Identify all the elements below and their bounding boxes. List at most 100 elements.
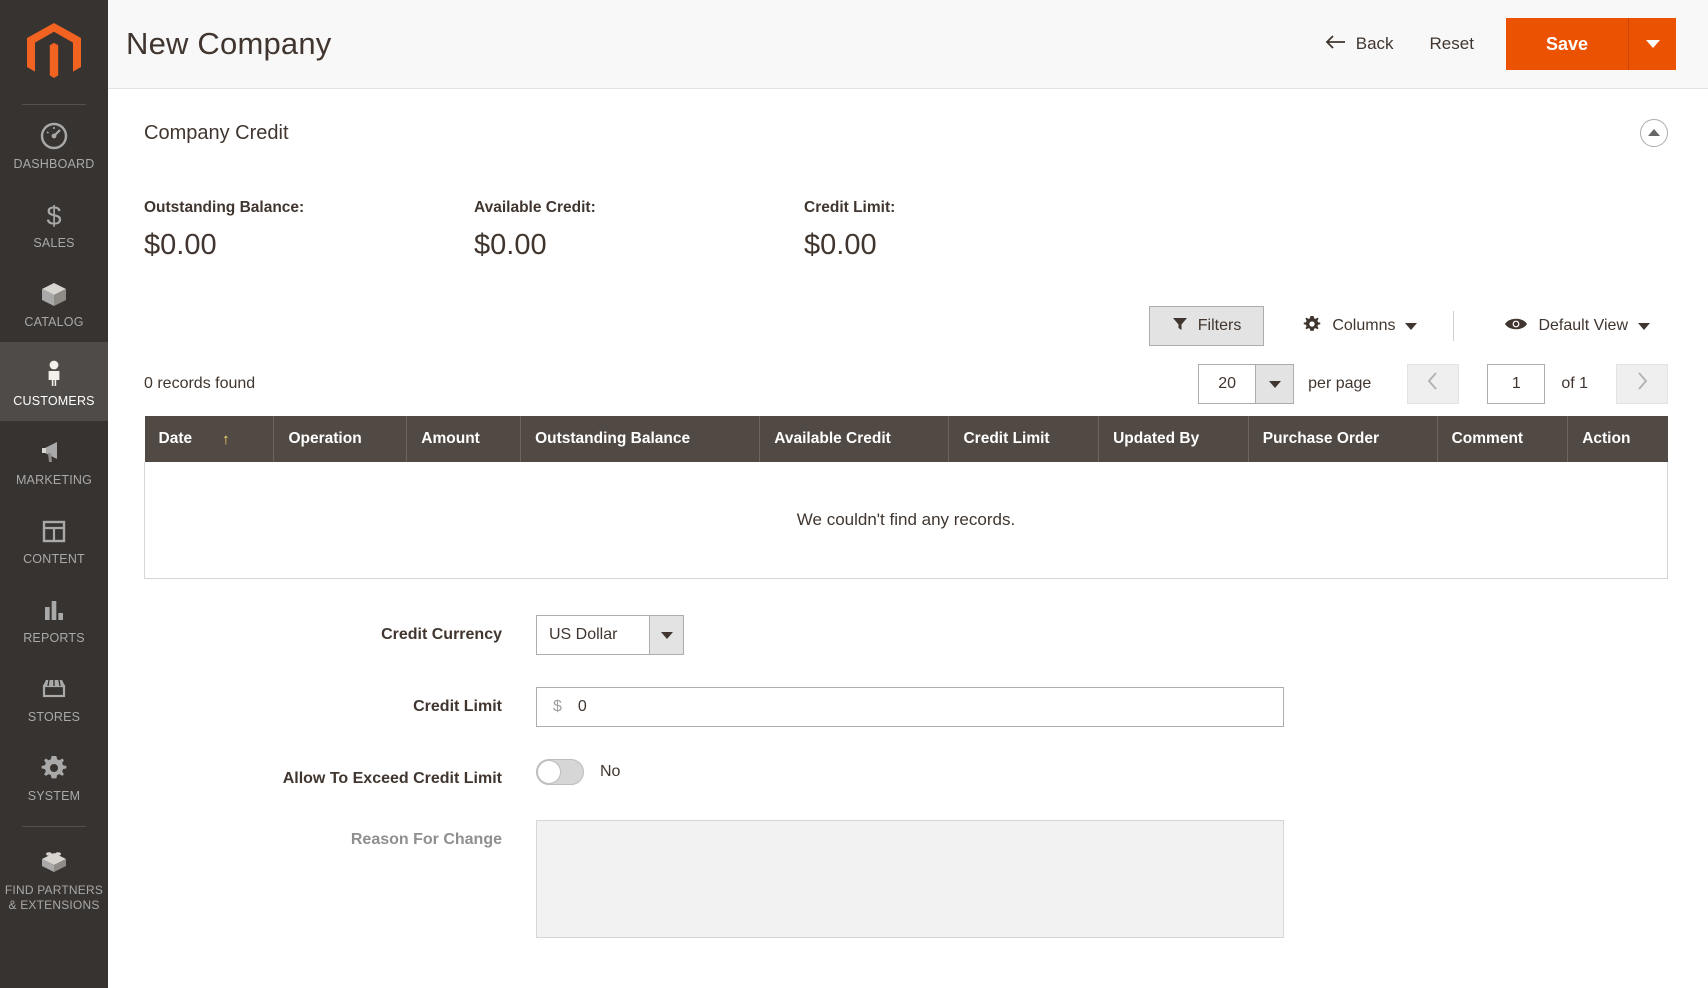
sidebar-item-customers[interactable]: CUSTOMERS [0, 342, 108, 421]
column-header-amount[interactable]: Amount [406, 416, 522, 462]
per-page-value: 20 [1199, 365, 1256, 403]
credit-limit-input[interactable]: $ 0 [536, 687, 1284, 727]
toolbar-separator [1453, 311, 1455, 341]
chevron-down-icon [1405, 322, 1418, 330]
credit-history-table: Date ↑ Operation Amount Outstanding Bala… [144, 416, 1668, 579]
allow-exceed-state-text: No [600, 763, 621, 780]
sidebar-item-label-line1: FIND PARTNERS [4, 883, 104, 897]
sidebar-item-catalog[interactable]: CATALOG [0, 263, 108, 342]
sidebar-item-reports[interactable]: REPORTS [0, 579, 108, 658]
column-header-date[interactable]: Date ↑ [144, 416, 275, 462]
section-collapse-button[interactable] [1640, 119, 1668, 147]
sidebar-item-find-partners[interactable]: FIND PARTNERS & EXTENSIONS [0, 831, 108, 925]
outstanding-balance-cell: Outstanding Balance: $0.00 [144, 199, 474, 262]
credit-limit-input-label: Credit Limit [413, 698, 502, 715]
per-page-select[interactable]: 20 [1198, 364, 1295, 404]
currency-symbol: $ [553, 698, 562, 715]
reason-for-change-textarea[interactable] [536, 820, 1284, 938]
next-page-button[interactable] [1616, 364, 1668, 404]
save-button[interactable]: Save [1505, 18, 1628, 70]
outstanding-balance-value: $0.00 [144, 229, 217, 261]
chevron-down-icon [1638, 322, 1650, 330]
sidebar-item-stores[interactable]: STORES [0, 658, 108, 737]
filters-button[interactable]: Filters [1148, 306, 1265, 346]
reason-for-change-field [536, 820, 1668, 943]
page-number-input[interactable] [1487, 364, 1546, 404]
column-header-credit-limit[interactable]: Credit Limit [948, 416, 1100, 462]
chevron-right-icon [1636, 372, 1648, 396]
section-title: Company Credit [144, 121, 289, 144]
sidebar-item-label: REPORTS [23, 631, 85, 645]
credit-currency-select[interactable]: US Dollar [536, 615, 684, 655]
chevron-up-icon [1648, 128, 1660, 136]
per-page-label: per page [1308, 375, 1372, 392]
allow-exceed-toggle[interactable] [536, 759, 584, 785]
column-header-available-credit[interactable]: Available Credit [759, 416, 950, 462]
outstanding-balance-label: Outstanding Balance: [144, 199, 305, 216]
columns-dropdown[interactable]: Columns [1284, 306, 1435, 346]
table-empty-row: We couldn't find any records. [144, 462, 1668, 579]
column-header-action[interactable]: Action [1567, 416, 1668, 462]
chevron-down-icon [1268, 380, 1281, 388]
page-total-label: of 1 [1561, 375, 1588, 392]
magento-logo[interactable] [0, 0, 108, 104]
column-header-purchase-order[interactable]: Purchase Order [1248, 416, 1438, 462]
svg-text:$: $ [46, 201, 61, 230]
grid-toolbar: Filters Columns Default View [144, 302, 1668, 350]
admin-page: DASHBOARD $ SALES CATALOG CUSTOMERS MARK… [0, 0, 1708, 988]
available-credit-value: $0.00 [474, 229, 547, 261]
page-header: New Company Back Reset Save [108, 0, 1708, 89]
column-header-operation[interactable]: Operation [273, 416, 408, 462]
sidebar-item-label: MARKETING [15, 473, 93, 487]
sidebar-item-label: CONTENT [23, 552, 85, 566]
sort-ascending-icon: ↑ [222, 430, 230, 448]
empty-message: We couldn't find any records. [144, 462, 1668, 579]
credit-currency-value: US Dollar [549, 626, 618, 643]
available-credit-cell: Available Credit: $0.00 [474, 199, 804, 262]
column-header-updated-by[interactable]: Updated By [1098, 416, 1249, 462]
layout-window-icon [2, 514, 106, 548]
save-dropdown-button[interactable] [1628, 18, 1676, 70]
allow-exceed-label: Allow To Exceed Credit Limit [282, 770, 502, 787]
sidebar-item-label: CATALOG [24, 315, 84, 329]
magento-logo-icon [27, 23, 81, 78]
sidebar-item-content[interactable]: CONTENT [0, 500, 108, 579]
reset-button[interactable]: Reset [1408, 26, 1496, 62]
company-credit-section-header: Company Credit [144, 89, 1668, 153]
per-page-caret-button[interactable] [1255, 365, 1294, 403]
back-button-label: Back [1355, 34, 1394, 53]
header-actions: Back Reset Save [1311, 0, 1708, 89]
credit-limit-field: $ 0 [536, 687, 1668, 727]
column-header-comment[interactable]: Comment [1437, 416, 1569, 462]
sidebar-item-sales[interactable]: $ SALES [0, 184, 108, 263]
chevron-down-icon [660, 631, 673, 639]
grid-meta-row: 0 records found 20 per page 1 of 1 [144, 358, 1668, 410]
allow-exceed-field: No [536, 759, 1668, 785]
table-body: We couldn't find any records. [144, 462, 1668, 579]
records-found-label: 0 records found [144, 375, 256, 392]
available-credit-label: Available Credit: [474, 199, 596, 216]
view-bookmarks-dropdown[interactable]: Default View [1486, 306, 1668, 346]
page-title: New Company [126, 26, 332, 61]
back-button[interactable]: Back [1311, 26, 1408, 63]
credit-currency-label: Credit Currency [381, 626, 502, 643]
previous-page-button[interactable] [1407, 364, 1460, 404]
sidebar-item-marketing[interactable]: MARKETING [0, 421, 108, 500]
main-area: New Company Back Reset Save Company Cred… [108, 0, 1708, 988]
gear-icon [2, 751, 106, 785]
sidebar-item-label-line2: & EXTENSIONS [8, 898, 100, 912]
box-icon [2, 277, 106, 311]
column-header-outstanding-balance[interactable]: Outstanding Balance [520, 416, 761, 462]
sidebar-item-system[interactable]: SYSTEM [0, 737, 108, 816]
credit-currency-caret-button[interactable] [649, 616, 683, 654]
sidebar-item-label: DASHBOARD [13, 157, 95, 171]
credit-limit-row: Credit Limit $ 0 [144, 687, 1668, 727]
dollar-sign-icon: $ [2, 198, 106, 232]
credit-limit-value: $0.00 [804, 229, 877, 261]
sidebar-item-dashboard[interactable]: DASHBOARD [0, 105, 108, 184]
view-dropdown-label: Default View [1538, 317, 1628, 334]
toggle-knob [537, 760, 561, 784]
credit-limit-value-text: 0 [577, 698, 587, 715]
table-header-row: Date ↑ Operation Amount Outstanding Bala… [144, 416, 1668, 462]
megaphone-icon [2, 435, 106, 469]
